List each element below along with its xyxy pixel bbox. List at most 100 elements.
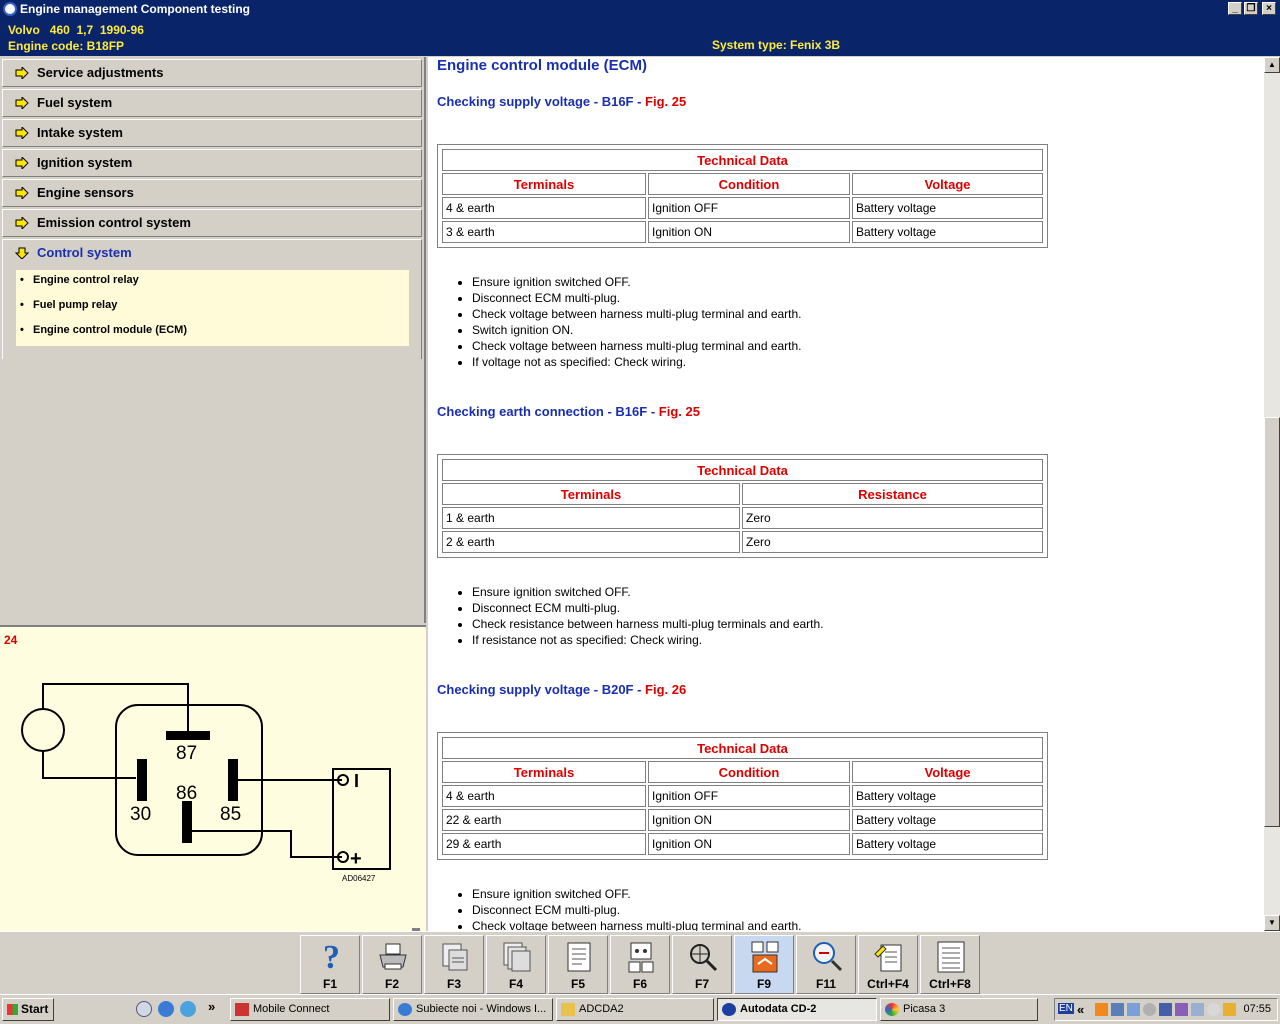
f2-print-button[interactable]: F2 — [362, 935, 422, 994]
table-cell: 2 & earth — [442, 531, 740, 553]
task-label: Autodata CD-2 — [740, 1003, 817, 1015]
list-item: Ensure ignition switched OFF. — [472, 886, 802, 902]
submenu-item-ecm[interactable]: Engine control module (ECM) — [20, 324, 187, 336]
table-row: 22 & earth Ignition ON Battery voltage — [442, 809, 1043, 831]
window-title: Engine management Component testing — [20, 2, 251, 16]
tray-icon[interactable] — [1223, 1003, 1236, 1016]
table-row: 4 & earth Ignition OFF Battery voltage — [442, 785, 1043, 807]
table-cell: Ignition ON — [648, 221, 850, 243]
tray-icon[interactable] — [1143, 1003, 1156, 1016]
list-item: Check voltage between harness multi-plug… — [472, 338, 802, 354]
technical-data-table: Technical Data Terminals Condition Volta… — [437, 732, 1048, 860]
column-header: Condition — [648, 761, 850, 783]
task-windows-internet-explorer[interactable]: Subiecte noi - Windows I... — [393, 998, 553, 1021]
close-button[interactable]: × — [1262, 2, 1276, 15]
technical-data-table: Technical Data Terminals Resistance 1 & … — [437, 454, 1048, 558]
minimize-button[interactable]: _ — [1228, 2, 1242, 15]
pin-30-label: 30 — [130, 804, 151, 825]
internet-explorer-icon[interactable] — [158, 1001, 174, 1017]
list-item: Check voltage between harness multi-plug… — [472, 918, 802, 931]
search-component-icon — [690, 944, 718, 972]
language-indicator[interactable]: EN — [1058, 1003, 1074, 1014]
document-icon — [567, 942, 591, 972]
submenu-item-engine-control-relay[interactable]: Engine control relay — [20, 274, 139, 286]
section-title: Checking supply voltage - B20F - Fig. 26 — [437, 682, 686, 697]
taskbar: Start » Mobile Connect Subiecte noi - Wi… — [0, 994, 1280, 1024]
task-mobile-connect[interactable]: Mobile Connect — [230, 998, 390, 1021]
tray-icon[interactable] — [1095, 1003, 1108, 1016]
table-cell: Battery voltage — [852, 197, 1043, 219]
vertical-scrollbar[interactable]: ▲ ▼ — [1264, 57, 1280, 931]
arrow-right-icon — [15, 217, 29, 229]
arrow-right-icon — [15, 97, 29, 109]
task-adcda2[interactable]: ADCDA2 — [556, 998, 714, 1021]
tray-icon[interactable] — [1175, 1003, 1188, 1016]
table-title: Technical Data — [442, 149, 1043, 171]
network-icon[interactable] — [1111, 1003, 1124, 1016]
app-icon — [3, 2, 17, 16]
figure-link[interactable]: Fig. 26 — [645, 682, 686, 697]
folder-icon — [561, 1003, 575, 1016]
printer-icon — [379, 943, 407, 970]
menu-item-ignition-system[interactable]: Ignition system — [2, 149, 422, 177]
scroll-thumb[interactable] — [1264, 417, 1280, 827]
menu-item-emission-control-system[interactable]: Emission control system — [2, 209, 422, 237]
column-header: Voltage — [852, 761, 1043, 783]
start-label: Start — [21, 1002, 49, 1016]
table-row: 1 & earth Zero — [442, 507, 1043, 529]
quicklaunch-icon[interactable] — [136, 1001, 152, 1017]
task-picasa[interactable]: Picasa 3 — [880, 998, 1038, 1021]
vehicle-line: Volvo 460 1,7 1990-96 — [8, 23, 144, 37]
picasa-icon — [885, 1003, 899, 1016]
table-cell: 22 & earth — [442, 809, 646, 831]
figure-link[interactable]: Fig. 25 — [645, 94, 686, 109]
tray-icon[interactable] — [1127, 1003, 1140, 1016]
column-header: Condition — [648, 173, 850, 195]
f9-button[interactable]: F9 — [734, 935, 794, 994]
f1-help-button[interactable]: ? F1 — [300, 935, 360, 994]
fkey-label: F2 — [384, 977, 399, 991]
f11-button[interactable]: F11 — [796, 935, 856, 994]
start-button[interactable]: Start — [2, 998, 54, 1021]
menu-item-label: Intake system — [37, 125, 123, 140]
tray-icon[interactable] — [1159, 1003, 1172, 1016]
table-cell: Zero — [742, 507, 1043, 529]
f3-button[interactable]: F3 — [424, 935, 484, 994]
table-row: 2 & earth Zero — [442, 531, 1043, 553]
table-cell: Battery voltage — [852, 221, 1043, 243]
f5-button[interactable]: F5 — [548, 935, 608, 994]
submenu-item-fuel-pump-relay[interactable]: Fuel pump relay — [20, 299, 117, 311]
tray-icon[interactable] — [1191, 1003, 1204, 1016]
arrow-right-icon — [15, 67, 29, 79]
table-cell: 29 & earth — [442, 833, 646, 855]
internet-explorer-icon — [398, 1003, 412, 1016]
volume-icon[interactable] — [1207, 1003, 1220, 1016]
scroll-down-arrow-icon[interactable]: ▼ — [1264, 915, 1280, 931]
vehicle-model: 460 — [49, 23, 70, 37]
quicklaunch-more-icon[interactable]: » — [208, 999, 215, 1014]
section-title: Checking supply voltage - B16F - Fig. 25 — [437, 94, 686, 109]
browser-icon[interactable] — [180, 1001, 196, 1017]
figure-link[interactable]: Fig. 25 — [659, 404, 700, 419]
f6-button[interactable]: F6 — [610, 935, 670, 994]
fkey-label: F5 — [570, 977, 585, 991]
menu-item-fuel-system[interactable]: Fuel system — [2, 89, 422, 117]
column-header: Terminals — [442, 483, 740, 505]
list-item: Ensure ignition switched OFF. — [472, 274, 802, 290]
list-item: If resistance not as specified: Check wi… — [472, 632, 824, 648]
tray-expand-icon[interactable]: « — [1077, 1002, 1084, 1017]
menu-item-service-adjustments[interactable]: Service adjustments — [2, 59, 422, 87]
vehicle-info-bar: Volvo 460 1,7 1990-96 Engine code: B18FP… — [0, 18, 1280, 56]
task-autodata[interactable]: Autodata CD-2 — [717, 998, 877, 1021]
restore-button[interactable]: ❐ — [1244, 2, 1258, 15]
f4-button[interactable]: F4 — [486, 935, 546, 994]
ctrl-f8-button[interactable]: Ctrl+F8 — [920, 935, 980, 994]
f7-button[interactable]: F7 — [672, 935, 732, 994]
scroll-up-arrow-icon[interactable]: ▲ — [1264, 57, 1280, 73]
menu-item-engine-sensors[interactable]: Engine sensors — [2, 179, 422, 207]
figure-pane: 24 87 30 86 85 I + AD06427 — [0, 625, 426, 931]
submenu-item-label: Engine control relay — [33, 274, 139, 286]
column-header: Terminals — [442, 761, 646, 783]
ctrl-f4-button[interactable]: Ctrl+F4 — [858, 935, 918, 994]
menu-item-intake-system[interactable]: Intake system — [2, 119, 422, 147]
